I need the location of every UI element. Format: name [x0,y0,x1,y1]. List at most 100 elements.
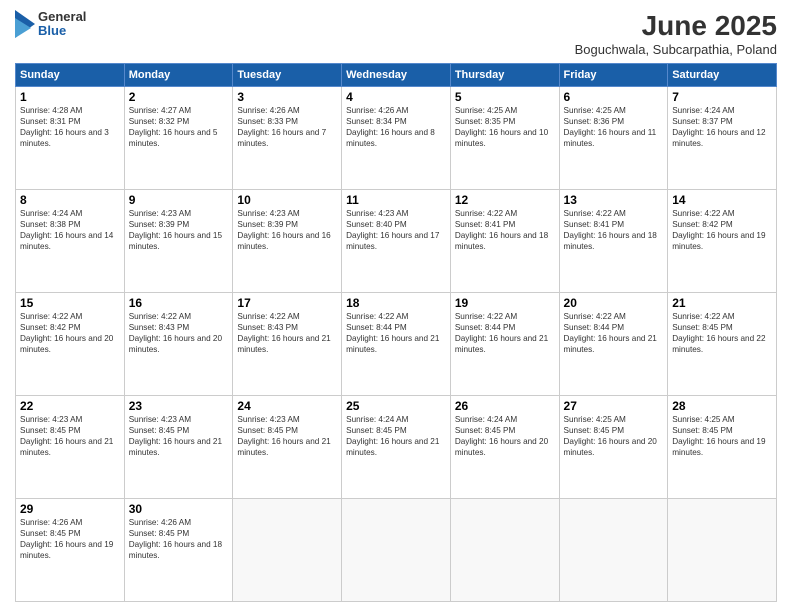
table-cell: 14 Sunrise: 4:22 AM Sunset: 8:42 PM Dayl… [668,190,777,293]
table-cell: 21 Sunrise: 4:22 AM Sunset: 8:45 PM Dayl… [668,293,777,396]
cell-info: Sunrise: 4:23 AM Sunset: 8:40 PM Dayligh… [346,208,446,252]
table-cell: 2 Sunrise: 4:27 AM Sunset: 8:32 PM Dayli… [124,87,233,190]
cell-info: Sunrise: 4:27 AM Sunset: 8:32 PM Dayligh… [129,105,229,149]
day-number: 27 [564,399,664,413]
cell-info: Sunrise: 4:24 AM Sunset: 8:37 PM Dayligh… [672,105,772,149]
day-number: 21 [672,296,772,310]
day-number: 13 [564,193,664,207]
cell-info: Sunrise: 4:22 AM Sunset: 8:41 PM Dayligh… [564,208,664,252]
day-number: 28 [672,399,772,413]
cell-info: Sunrise: 4:25 AM Sunset: 8:45 PM Dayligh… [672,414,772,458]
day-number: 26 [455,399,555,413]
day-number: 29 [20,502,120,516]
cell-info: Sunrise: 4:22 AM Sunset: 8:42 PM Dayligh… [672,208,772,252]
cell-info: Sunrise: 4:26 AM Sunset: 8:33 PM Dayligh… [237,105,337,149]
table-cell: 25 Sunrise: 4:24 AM Sunset: 8:45 PM Dayl… [342,396,451,499]
day-number: 4 [346,90,446,104]
month-title: June 2025 [575,10,777,42]
day-number: 7 [672,90,772,104]
cell-info: Sunrise: 4:25 AM Sunset: 8:45 PM Dayligh… [564,414,664,458]
table-cell: 10 Sunrise: 4:23 AM Sunset: 8:39 PM Dayl… [233,190,342,293]
day-number: 3 [237,90,337,104]
table-cell: 15 Sunrise: 4:22 AM Sunset: 8:42 PM Dayl… [16,293,125,396]
cell-info: Sunrise: 4:22 AM Sunset: 8:43 PM Dayligh… [129,311,229,355]
table-cell: 24 Sunrise: 4:23 AM Sunset: 8:45 PM Dayl… [233,396,342,499]
col-monday: Monday [124,64,233,87]
table-cell: 12 Sunrise: 4:22 AM Sunset: 8:41 PM Dayl… [450,190,559,293]
day-number: 30 [129,502,229,516]
logo-icon [15,10,35,38]
title-block: June 2025 Boguchwala, Subcarpathia, Pola… [575,10,777,57]
table-cell: 8 Sunrise: 4:24 AM Sunset: 8:38 PM Dayli… [16,190,125,293]
cell-info: Sunrise: 4:23 AM Sunset: 8:39 PM Dayligh… [237,208,337,252]
col-friday: Friday [559,64,668,87]
logo-blue: Blue [38,24,86,38]
table-cell: 6 Sunrise: 4:25 AM Sunset: 8:36 PM Dayli… [559,87,668,190]
cell-info: Sunrise: 4:23 AM Sunset: 8:39 PM Dayligh… [129,208,229,252]
day-number: 14 [672,193,772,207]
cell-info: Sunrise: 4:23 AM Sunset: 8:45 PM Dayligh… [237,414,337,458]
header: General Blue June 2025 Boguchwala, Subca… [15,10,777,57]
cell-info: Sunrise: 4:25 AM Sunset: 8:35 PM Dayligh… [455,105,555,149]
table-cell: 17 Sunrise: 4:22 AM Sunset: 8:43 PM Dayl… [233,293,342,396]
table-cell: 3 Sunrise: 4:26 AM Sunset: 8:33 PM Dayli… [233,87,342,190]
logo: General Blue [15,10,86,39]
cell-info: Sunrise: 4:23 AM Sunset: 8:45 PM Dayligh… [129,414,229,458]
day-number: 12 [455,193,555,207]
table-cell: 20 Sunrise: 4:22 AM Sunset: 8:44 PM Dayl… [559,293,668,396]
day-number: 20 [564,296,664,310]
table-cell: 30 Sunrise: 4:26 AM Sunset: 8:45 PM Dayl… [124,499,233,602]
day-number: 22 [20,399,120,413]
cell-info: Sunrise: 4:22 AM Sunset: 8:41 PM Dayligh… [455,208,555,252]
col-sunday: Sunday [16,64,125,87]
day-number: 11 [346,193,446,207]
col-tuesday: Tuesday [233,64,342,87]
calendar-header-row: Sunday Monday Tuesday Wednesday Thursday… [16,64,777,87]
table-cell: 7 Sunrise: 4:24 AM Sunset: 8:37 PM Dayli… [668,87,777,190]
table-cell [450,499,559,602]
day-number: 17 [237,296,337,310]
cell-info: Sunrise: 4:23 AM Sunset: 8:45 PM Dayligh… [20,414,120,458]
day-number: 24 [237,399,337,413]
col-wednesday: Wednesday [342,64,451,87]
logo-text: General Blue [38,10,86,39]
day-number: 10 [237,193,337,207]
calendar-table: Sunday Monday Tuesday Wednesday Thursday… [15,63,777,602]
table-cell: 5 Sunrise: 4:25 AM Sunset: 8:35 PM Dayli… [450,87,559,190]
page: General Blue June 2025 Boguchwala, Subca… [0,0,792,612]
day-number: 16 [129,296,229,310]
table-cell: 29 Sunrise: 4:26 AM Sunset: 8:45 PM Dayl… [16,499,125,602]
table-cell: 28 Sunrise: 4:25 AM Sunset: 8:45 PM Dayl… [668,396,777,499]
day-number: 2 [129,90,229,104]
table-cell [559,499,668,602]
cell-info: Sunrise: 4:24 AM Sunset: 8:38 PM Dayligh… [20,208,120,252]
table-cell: 18 Sunrise: 4:22 AM Sunset: 8:44 PM Dayl… [342,293,451,396]
cell-info: Sunrise: 4:24 AM Sunset: 8:45 PM Dayligh… [346,414,446,458]
subtitle: Boguchwala, Subcarpathia, Poland [575,42,777,57]
table-cell: 23 Sunrise: 4:23 AM Sunset: 8:45 PM Dayl… [124,396,233,499]
day-number: 15 [20,296,120,310]
table-cell: 22 Sunrise: 4:23 AM Sunset: 8:45 PM Dayl… [16,396,125,499]
table-cell: 4 Sunrise: 4:26 AM Sunset: 8:34 PM Dayli… [342,87,451,190]
day-number: 19 [455,296,555,310]
day-number: 5 [455,90,555,104]
table-cell: 26 Sunrise: 4:24 AM Sunset: 8:45 PM Dayl… [450,396,559,499]
table-cell: 19 Sunrise: 4:22 AM Sunset: 8:44 PM Dayl… [450,293,559,396]
calendar-row: 8 Sunrise: 4:24 AM Sunset: 8:38 PM Dayli… [16,190,777,293]
cell-info: Sunrise: 4:22 AM Sunset: 8:42 PM Dayligh… [20,311,120,355]
col-thursday: Thursday [450,64,559,87]
col-saturday: Saturday [668,64,777,87]
day-number: 25 [346,399,446,413]
table-cell: 1 Sunrise: 4:28 AM Sunset: 8:31 PM Dayli… [16,87,125,190]
table-cell: 11 Sunrise: 4:23 AM Sunset: 8:40 PM Dayl… [342,190,451,293]
cell-info: Sunrise: 4:26 AM Sunset: 8:45 PM Dayligh… [129,517,229,561]
cell-info: Sunrise: 4:22 AM Sunset: 8:44 PM Dayligh… [455,311,555,355]
cell-info: Sunrise: 4:22 AM Sunset: 8:44 PM Dayligh… [346,311,446,355]
calendar-row: 1 Sunrise: 4:28 AM Sunset: 8:31 PM Dayli… [16,87,777,190]
day-number: 9 [129,193,229,207]
table-cell: 27 Sunrise: 4:25 AM Sunset: 8:45 PM Dayl… [559,396,668,499]
cell-info: Sunrise: 4:26 AM Sunset: 8:34 PM Dayligh… [346,105,446,149]
cell-info: Sunrise: 4:22 AM Sunset: 8:44 PM Dayligh… [564,311,664,355]
table-cell [342,499,451,602]
day-number: 8 [20,193,120,207]
